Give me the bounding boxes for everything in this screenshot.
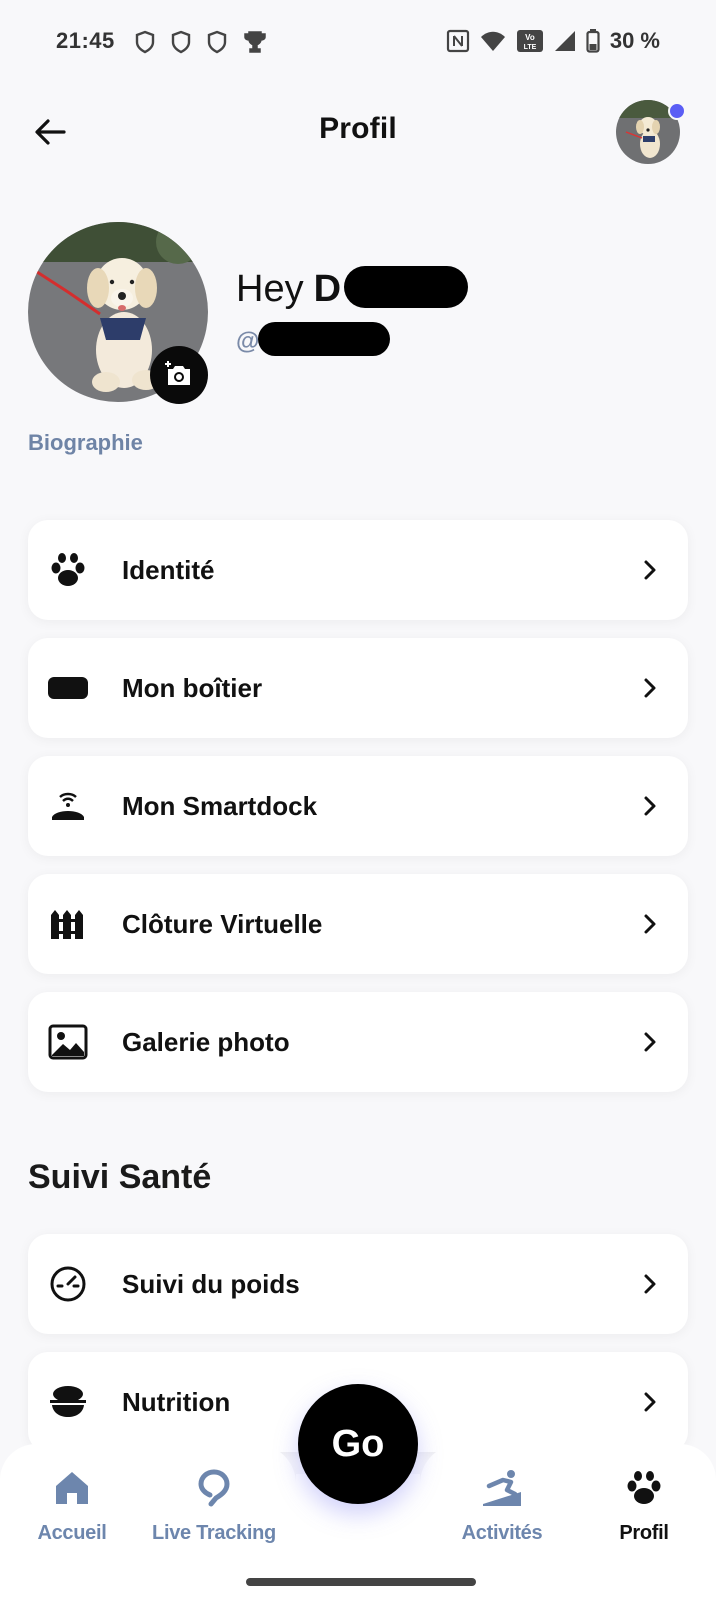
nav-item-activites[interactable]: Activités bbox=[432, 1466, 572, 1545]
add-photo-icon bbox=[165, 361, 190, 385]
go-button[interactable]: Go bbox=[298, 1384, 418, 1504]
chevron-right-icon bbox=[640, 1030, 660, 1054]
home-indicator[interactable] bbox=[246, 1578, 476, 1586]
section-title-suivi-sante: Suivi Santé bbox=[28, 1158, 212, 1196]
nav-label: Live Tracking bbox=[152, 1522, 276, 1544]
menu-item-label: Identité bbox=[122, 554, 215, 585]
menu-item-galerie-photo[interactable]: Galerie photo bbox=[28, 992, 688, 1092]
nav-label: Activités bbox=[461, 1522, 543, 1544]
status-notification-icons bbox=[134, 30, 268, 54]
chevron-right-icon bbox=[640, 794, 660, 818]
menu-item-identite[interactable]: Identité bbox=[28, 520, 688, 620]
chevron-right-icon bbox=[640, 912, 660, 936]
redaction-username bbox=[258, 322, 390, 356]
battery-percentage: 30 % bbox=[609, 28, 660, 53]
menu-item-suivi-du-poids[interactable]: Suivi du poids bbox=[28, 1234, 688, 1334]
nav-item-live-tracking[interactable]: Live Tracking bbox=[144, 1466, 284, 1545]
nfc-icon bbox=[446, 29, 469, 53]
menu-item-label: Clôture Virtuelle bbox=[122, 908, 323, 939]
menu-item-label: Mon boîtier bbox=[122, 672, 263, 703]
redaction-name bbox=[344, 266, 468, 308]
paw-icon bbox=[624, 1466, 664, 1510]
chevron-right-icon bbox=[640, 1390, 660, 1414]
user-name: D bbox=[313, 268, 342, 310]
menu-item-label: Mon Smartdock bbox=[122, 790, 318, 821]
menu-item-cloture-virtuelle[interactable]: Clôture Virtuelle bbox=[28, 874, 688, 974]
greeting: Hey D bbox=[236, 268, 341, 311]
menu-item-label: Suivi du poids bbox=[122, 1268, 300, 1299]
nav-label: Profil bbox=[619, 1522, 669, 1544]
trophy-icon bbox=[244, 31, 266, 53]
change-photo-button[interactable] bbox=[150, 346, 208, 404]
location-pin-icon bbox=[197, 1466, 231, 1510]
paw-icon bbox=[46, 548, 90, 592]
go-button-label: Go bbox=[331, 1422, 385, 1465]
wifi-icon bbox=[480, 31, 505, 51]
volte-icon: Vo LTE bbox=[516, 30, 543, 52]
status-bar: 21:45 Vo LTE 30 % bbox=[0, 0, 716, 84]
biography-link[interactable]: Biographie bbox=[28, 430, 143, 456]
chevron-right-icon bbox=[640, 676, 660, 700]
smartdock-icon bbox=[46, 784, 90, 828]
activity-icon bbox=[481, 1466, 523, 1510]
tracker-box-icon bbox=[46, 666, 90, 710]
nav-item-profil[interactable]: Profil bbox=[574, 1466, 714, 1545]
chevron-right-icon bbox=[640, 1272, 660, 1296]
nav-label: Accueil bbox=[37, 1522, 107, 1544]
header: Profil bbox=[0, 84, 716, 184]
chevron-right-icon bbox=[640, 558, 660, 582]
username: @ bbox=[236, 328, 260, 355]
image-icon bbox=[46, 1020, 90, 1064]
greeting-text: Hey bbox=[236, 268, 304, 310]
battery-icon bbox=[586, 29, 600, 53]
scale-icon bbox=[46, 1262, 90, 1306]
menu-item-mon-smartdock[interactable]: Mon Smartdock bbox=[28, 756, 688, 856]
status-system-icons: Vo LTE 30 % bbox=[446, 28, 660, 54]
fence-icon bbox=[46, 902, 90, 946]
shield-icon bbox=[207, 30, 227, 54]
svg-text:LTE: LTE bbox=[523, 44, 536, 51]
menu-item-mon-boitier[interactable]: Mon boîtier bbox=[28, 638, 688, 738]
menu-item-label: Nutrition bbox=[122, 1386, 231, 1417]
home-icon bbox=[53, 1466, 91, 1510]
signal-icon bbox=[554, 31, 575, 51]
shield-icon bbox=[171, 30, 191, 54]
menu-item-label: Galerie photo bbox=[122, 1026, 290, 1057]
shield-icon bbox=[135, 30, 155, 54]
svg-text:Vo: Vo bbox=[525, 33, 535, 42]
food-bowl-icon bbox=[46, 1380, 90, 1424]
notification-dot bbox=[668, 102, 686, 120]
page-title: Profil bbox=[319, 112, 397, 145]
status-time: 21:45 bbox=[56, 28, 115, 53]
nav-item-accueil[interactable]: Accueil bbox=[2, 1466, 142, 1545]
